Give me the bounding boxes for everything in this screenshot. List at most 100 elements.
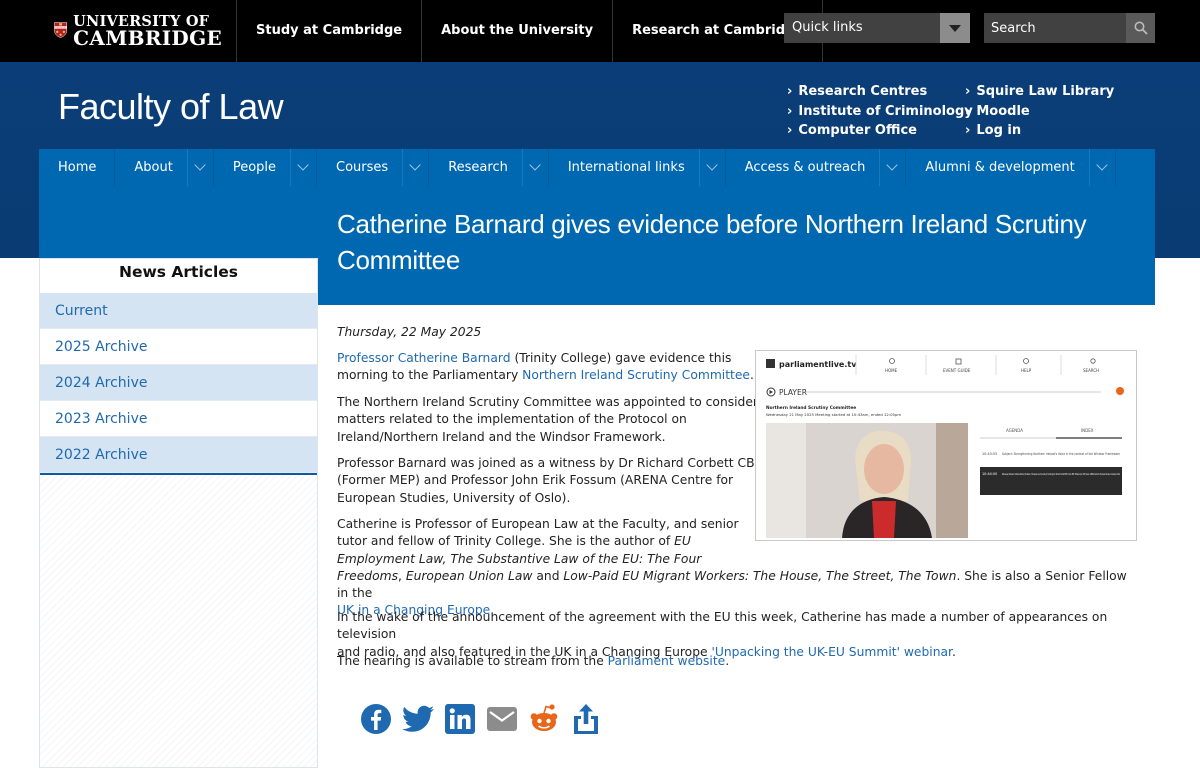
p1-text3: . (750, 368, 754, 383)
chevron-down-icon[interactable] (698, 149, 725, 186)
thumb-entry2-text: Witness(es): Professor Catherine Barnard… (1002, 472, 1120, 476)
nav-alumni-development[interactable]: Alumni & development (906, 149, 1116, 186)
p4-italic4: European Union Law (405, 568, 533, 583)
chevron-down-icon[interactable] (290, 149, 316, 186)
reddit-share-button[interactable] (527, 703, 561, 735)
header-links-col1: Research Centres Institute of Criminolog… (787, 82, 973, 141)
top-bar: UNIVERSITY OF CAMBRIDGE Study at Cambrid… (0, 0, 1200, 62)
cambridge-crest-icon (54, 22, 67, 38)
nav-people[interactable]: People (214, 149, 318, 186)
sidebar-divider (40, 473, 317, 475)
p2-line3: Ireland/Northern Ireland and the Windsor… (337, 429, 666, 444)
thumb-site-name: parliamentlive.tv (779, 360, 857, 369)
nav-international-links[interactable]: International links (549, 149, 726, 186)
p6-text2: . (725, 654, 730, 668)
portcullis-icon (766, 359, 775, 368)
chevron-down-icon[interactable] (521, 149, 548, 186)
link-parliament-website[interactable]: Parliament website (608, 654, 726, 668)
facebook-icon (361, 704, 391, 734)
sidebar-list: Current 2025 Archive 2024 Archive 2023 A… (40, 293, 317, 473)
email-icon (487, 707, 517, 731)
article-image[interactable]: parliamentlive.tv HOME EVENT GUIDE HELP … (755, 350, 1137, 541)
nav-alumni-development-label: Alumni & development (925, 160, 1075, 175)
thumb-entry2-time: 10:44:00 (982, 472, 997, 476)
sidebar-item-2024-archive[interactable]: 2024 Archive (40, 365, 317, 401)
email-share-button[interactable] (485, 703, 519, 735)
nav-courses-label: Courses (336, 160, 389, 175)
thumb-meeting-time: Wednesday 21 May 2025 Meeting started at… (766, 412, 901, 417)
chevron-down-icon[interactable] (879, 149, 905, 186)
quick-links-dropdown[interactable]: Quick links (784, 13, 970, 43)
sidebar-item-2025-archive[interactable]: 2025 Archive (40, 329, 317, 365)
quick-links-label: Quick links (792, 20, 863, 35)
nav-access-outreach[interactable]: Access & outreach (726, 149, 907, 186)
thumb-tab-event-guide: EVENT GUIDE (943, 368, 971, 373)
thumb-tab-search: SEARCH (1083, 368, 1099, 373)
search-input[interactable] (984, 13, 1126, 43)
search-icon (1134, 21, 1148, 35)
link-ni-scrutiny-committee[interactable]: Northern Ireland Scrutiny Committee (522, 368, 750, 382)
chevron-down-icon[interactable] (1088, 149, 1115, 186)
nav-courses[interactable]: Courses (317, 149, 430, 186)
chevron-down-icon[interactable] (186, 149, 213, 186)
thumb-agenda-tab: AGENDA (1006, 428, 1023, 433)
paragraph-3: Professor Barnard was joined as a witnes… (337, 455, 762, 507)
p4-italic3: Freedoms (337, 568, 398, 583)
link-computer-office[interactable]: Computer Office (787, 121, 973, 141)
paragraph-2: The Northern Ireland Scrutiny Committee … (337, 394, 758, 446)
p6-text1: The hearing is available to stream from … (337, 654, 608, 668)
page-title: Catherine Barnard gives evidence before … (337, 209, 1087, 275)
thumb-entry1-text: Subject: Strengthening Northern Ireland'… (1002, 452, 1120, 456)
facebook-share-button[interactable] (359, 703, 393, 735)
faculty-title[interactable]: Faculty of Law (58, 86, 284, 128)
nav-research-label: Research (448, 160, 508, 175)
nav-home[interactable]: Home (39, 149, 116, 186)
thumb-meeting-title: Northern Ireland Scrutiny Committee (766, 405, 856, 411)
nav-people-label: People (232, 160, 277, 175)
top-navigation: Study at Cambridge About the University … (236, 0, 824, 62)
thumb-player-label: PLAYER (779, 388, 807, 397)
sidebar-item-2022-archive[interactable]: 2022 Archive (40, 437, 317, 473)
parliamentlive-screenshot: parliamentlive.tv HOME EVENT GUIDE HELP … (756, 351, 1136, 540)
p3-line2: (Former MEP) and Professor John Erik Fos… (337, 473, 734, 488)
main-navigation: Home About People Courses Research Inter… (39, 149, 1155, 186)
p3-line1: Professor Barnard was joined as a witnes… (337, 456, 763, 470)
share-more-button[interactable] (569, 703, 603, 735)
link-squire-law-library[interactable]: Squire Law Library (965, 82, 1114, 102)
share-icon (574, 704, 598, 734)
p4-italic1: EU (674, 534, 691, 549)
p3-line3: European Studies, University of Oslo). (337, 490, 571, 505)
dropdown-arrow-icon[interactable] (940, 13, 970, 43)
share-bar (359, 703, 611, 735)
article-date: Thursday, 22 May 2025 (337, 325, 482, 339)
nav-about-label: About (134, 160, 173, 175)
nav-research[interactable]: Research (429, 149, 549, 186)
nav-about[interactable]: About (115, 149, 214, 186)
linkedin-share-button[interactable] (443, 703, 477, 735)
thumb-entry1-time: 10:43:55 (982, 452, 997, 456)
p2-line1: The Northern Ireland Scrutiny Committee … (337, 395, 758, 409)
p4-line1: Catherine is Professor of European Law a… (337, 517, 739, 531)
reddit-icon (530, 704, 558, 731)
thumb-tab-home: HOME (885, 368, 898, 373)
p1-text2: morning to the Parliamentary (337, 368, 523, 383)
thumb-index-tab: INDEX (1081, 428, 1094, 433)
twitter-icon (402, 705, 434, 732)
thumb-tab-help: HELP (1021, 368, 1032, 373)
nav-international-links-label: International links (567, 160, 685, 175)
search-button[interactable] (1126, 13, 1155, 43)
nav-about-the-university[interactable]: About the University (421, 0, 612, 62)
link-research-centres[interactable]: Research Centres (787, 82, 973, 102)
chevron-down-icon[interactable] (402, 149, 428, 186)
twitter-share-button[interactable] (401, 703, 435, 735)
link-catherine-barnard[interactable]: Professor Catherine Barnard (337, 351, 511, 365)
sidebar-item-2023-archive[interactable]: 2023 Archive (40, 401, 317, 437)
university-logo[interactable]: UNIVERSITY OF CAMBRIDGE (54, 11, 222, 49)
p2-line2: matters related to the implementation of… (337, 412, 687, 427)
nav-study-at-cambridge[interactable]: Study at Cambridge (236, 0, 421, 62)
link-moodle[interactable]: Moodle (965, 102, 1114, 122)
link-institute-of-criminology[interactable]: Institute of Criminology (787, 102, 972, 122)
link-webinar[interactable]: 'Unpacking the UK-EU Summit' webinar (711, 645, 952, 659)
link-log-in[interactable]: Log in (965, 121, 1114, 141)
sidebar-item-current[interactable]: Current (40, 293, 317, 329)
